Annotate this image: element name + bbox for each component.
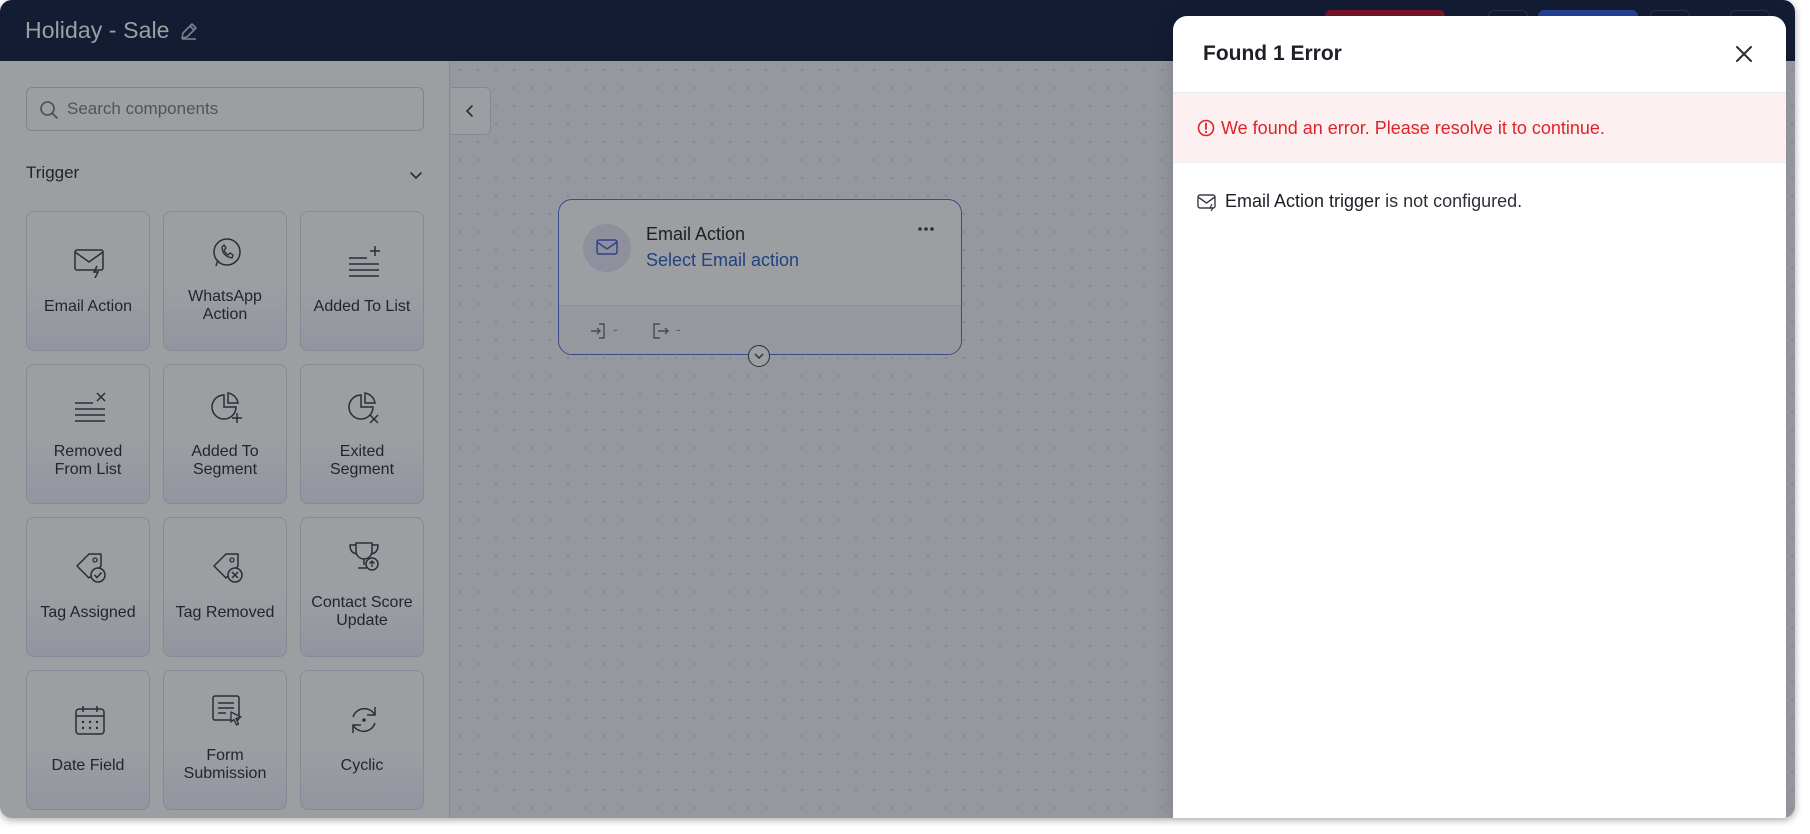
error-drawer: Found 1 Error We found an error. Please … <box>1173 16 1786 818</box>
app-window: Holiday - Sale Trigger <box>0 0 1795 818</box>
error-banner-message: We found an error. Please resolve it to … <box>1221 118 1605 138</box>
error-banner: We found an error. Please resolve it to … <box>1173 93 1786 163</box>
error-detail: is not configured. <box>1380 191 1523 211</box>
error-text: Email Action trigger is not configured. <box>1225 191 1522 212</box>
error-subject: Email Action trigger <box>1225 191 1381 211</box>
close-icon[interactable] <box>1732 42 1756 66</box>
email-icon <box>1197 194 1216 211</box>
drawer-title: Found 1 Error <box>1203 42 1342 65</box>
error-circle-icon <box>1197 119 1215 137</box>
